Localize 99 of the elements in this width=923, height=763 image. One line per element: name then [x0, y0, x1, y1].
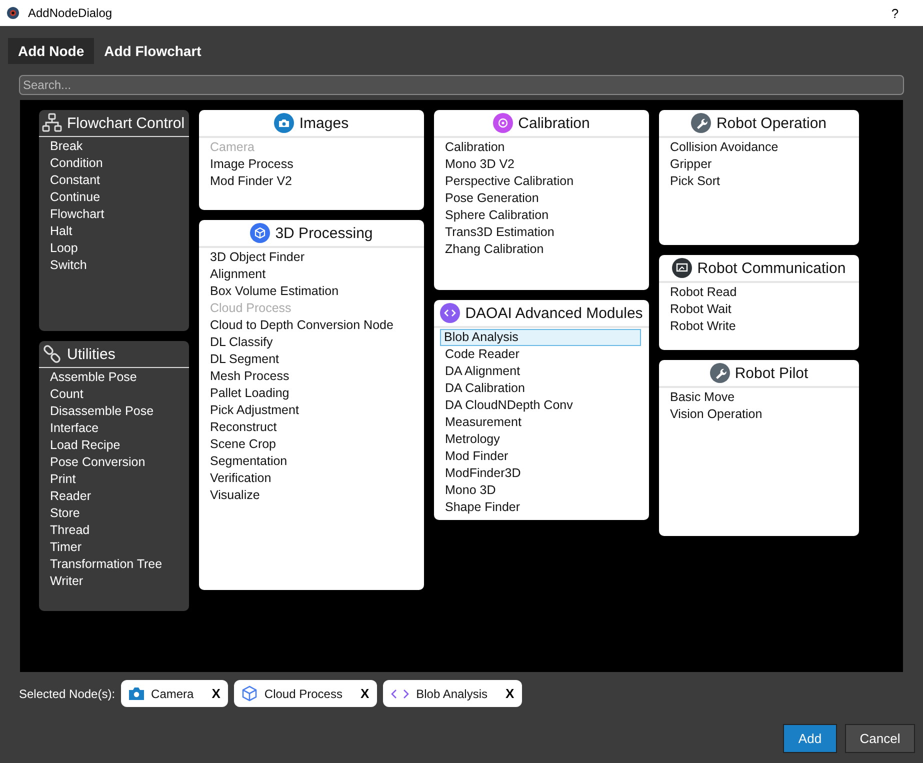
node-item[interactable]: DA Calibration [443, 380, 641, 397]
node-item[interactable]: Timer [48, 539, 181, 556]
help-button[interactable]: ? [875, 4, 915, 22]
target-icon [493, 113, 514, 133]
node-item[interactable]: Mod Finder V2 [208, 173, 416, 190]
node-item[interactable]: Sphere Calibration [443, 207, 641, 224]
node-item[interactable]: Code Reader [443, 346, 641, 363]
hierarchy-icon [42, 113, 62, 133]
node-item[interactable]: Visualize [208, 487, 416, 504]
monitor-icon [672, 258, 692, 278]
node-item[interactable]: Flowchart [48, 206, 181, 223]
node-item[interactable]: Pallet Loading [208, 385, 416, 402]
code-icon [390, 686, 410, 700]
cube-icon [250, 223, 270, 243]
node-item[interactable]: Pose Generation [443, 190, 641, 207]
category-title: Utilities [67, 346, 116, 362]
node-item[interactable]: Continue [48, 189, 181, 206]
category-title: DAOAI Advanced Modules [465, 304, 643, 322]
node-item[interactable]: Pose Conversion [48, 454, 181, 471]
code-icon [440, 303, 460, 323]
node-item[interactable]: DA CloudNDepth Conv [443, 397, 641, 414]
node-item[interactable]: Metrology [443, 431, 641, 448]
app-logo-icon [6, 6, 20, 20]
chip-label: Camera [151, 686, 194, 700]
node-item[interactable]: Basic Move [668, 389, 851, 406]
node-item[interactable]: 3D Object Finder [208, 249, 416, 266]
node-item[interactable]: Calibration [443, 139, 641, 156]
node-item[interactable]: Collision Avoidance [668, 139, 851, 156]
category-title: Robot Communication [697, 260, 846, 276]
tab[interactable]: Add Flowchart [94, 38, 212, 64]
node-item[interactable]: Load Recipe [48, 437, 181, 454]
node-item[interactable]: Shape Finder [443, 499, 641, 516]
node-item[interactable]: DL Segment [208, 351, 416, 368]
node-item[interactable]: Halt [48, 223, 181, 240]
node-item[interactable]: DA Alignment [443, 363, 641, 380]
node-item[interactable]: Condition [48, 155, 181, 172]
node-item[interactable]: Pick Adjustment [208, 402, 416, 419]
category-title: Flowchart Control [67, 114, 185, 132]
search-field[interactable]: Search... [19, 75, 904, 95]
node-item[interactable]: Mono 3D V2 [443, 156, 641, 173]
node-item[interactable]: Segmentation [208, 453, 416, 470]
node-item[interactable]: Disassemble Pose [48, 403, 181, 420]
wrench-icon [710, 363, 730, 383]
camera-icon [128, 686, 146, 701]
node-item[interactable]: Verification [208, 470, 416, 487]
node-item[interactable]: Trans3D Estimation [443, 224, 641, 241]
chip-label: Cloud Process [264, 686, 342, 700]
category-title: Robot Pilot [734, 364, 808, 382]
node-item[interactable]: Switch [48, 257, 181, 274]
camera-icon [274, 113, 294, 133]
node-item[interactable]: Reconstruct [208, 419, 416, 436]
node-item[interactable]: Image Process [208, 156, 416, 173]
node-item[interactable]: Vision Operation [668, 406, 851, 423]
tab[interactable]: Add Node [8, 38, 94, 64]
remove-button[interactable]: X [506, 686, 514, 701]
node-item[interactable]: Store [48, 505, 181, 522]
node-item[interactable]: Break [48, 138, 181, 155]
node-item[interactable]: Transformation Tree [48, 556, 181, 573]
node-item[interactable]: Box Volume Estimation [208, 283, 416, 300]
node-item[interactable]: Gripper [668, 156, 851, 173]
category-title: Calibration [518, 114, 590, 132]
window-title: AddNodeDialog [28, 6, 114, 20]
node-item[interactable]: Alignment [208, 266, 416, 283]
node-item[interactable]: Cloud to Depth Conversion Node [208, 317, 416, 334]
node-item[interactable]: DL Classify [208, 334, 416, 351]
node-item[interactable]: Mesh Process [208, 368, 416, 385]
category-title: Images [299, 114, 349, 132]
node-item[interactable]: Interface [48, 420, 181, 437]
selected-nodes-label: Selected Node(s): [19, 686, 116, 700]
chip-label: Blob Analysis [416, 686, 488, 700]
node-item[interactable]: Writer [48, 573, 181, 590]
node-item[interactable]: Scene Crop [208, 436, 416, 453]
node-item[interactable]: Thread [48, 522, 181, 539]
node-item[interactable]: ModFinder3D [443, 465, 641, 482]
node-item[interactable]: Perspective Calibration [443, 173, 641, 190]
node-item[interactable]: Constant [48, 172, 181, 189]
node-item[interactable]: Mod Finder [443, 448, 641, 465]
remove-button[interactable]: X [212, 686, 220, 701]
remove-button[interactable]: X [360, 686, 370, 701]
cube-icon [241, 685, 258, 702]
node-item[interactable]: Print [48, 471, 181, 488]
node-item[interactable]: Mono 3D [443, 482, 641, 499]
node-item[interactable]: Reader [48, 488, 181, 505]
wrench-icon [691, 113, 712, 133]
add-button[interactable]: Add [783, 724, 837, 753]
category-title: 3D Processing [275, 224, 373, 242]
node-item[interactable]: Count [48, 386, 181, 403]
node-item[interactable]: Robot Read [668, 284, 851, 301]
node-item[interactable]: Zhang Calibration [443, 241, 641, 258]
node-item[interactable]: Measurement [443, 414, 641, 431]
node-item[interactable]: Blob Analysis [440, 329, 641, 346]
node-item[interactable]: Assemble Pose [48, 369, 181, 386]
link-icon [42, 344, 62, 364]
node-item[interactable]: Robot Write [668, 318, 851, 335]
node-item[interactable]: Loop [48, 240, 181, 257]
cancel-button[interactable]: Cancel [845, 724, 915, 753]
node-item[interactable]: Robot Wait [668, 301, 851, 318]
category-title: Robot Operation [716, 114, 827, 132]
node-item[interactable]: Pick Sort [668, 173, 851, 190]
